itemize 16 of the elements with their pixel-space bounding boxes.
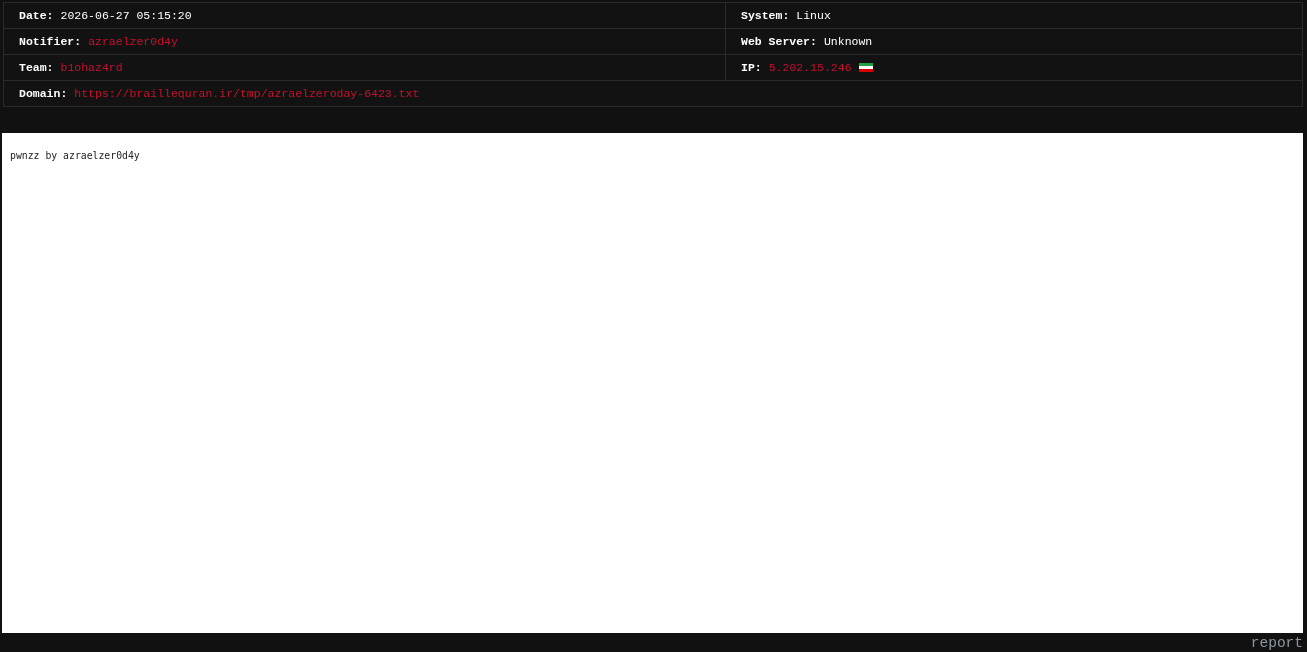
field-link[interactable]: https://braillequran.ir/tmp/azraelzeroday-6423.txt (74, 87, 420, 100)
field-link[interactable]: azraelzer0d4y (88, 35, 178, 48)
field-label: Team: (19, 61, 54, 74)
field-label: IP: (741, 61, 762, 74)
field-label: Web Server: (741, 35, 817, 48)
field-value: Unknown (823, 35, 873, 48)
field-label: Date: (19, 9, 54, 22)
field-link[interactable]: b1ohaz4rd (60, 61, 123, 74)
field-label: System: (741, 9, 790, 22)
report-link[interactable]: report (1250, 635, 1303, 652)
field-link[interactable]: 5.202.15.246 (768, 61, 852, 74)
field-label: Domain: (19, 87, 68, 100)
frame-text: pwnzz by azraelzer0d4y (10, 150, 140, 161)
field-label: Notifier: (19, 35, 82, 48)
field-value: Linux (796, 9, 831, 22)
field-value: 2026-06-27 05:15:20 (60, 9, 192, 22)
